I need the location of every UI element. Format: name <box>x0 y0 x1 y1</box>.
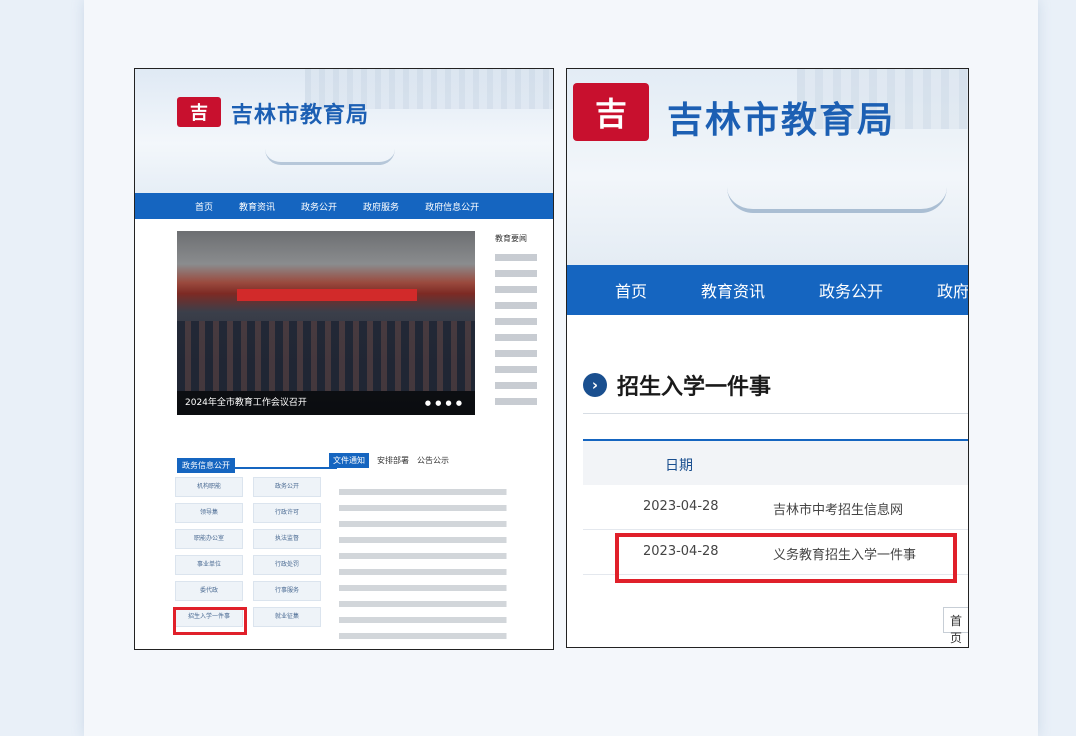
nav-item-news[interactable]: 教育资讯 <box>239 200 275 213</box>
list-item[interactable] <box>495 366 553 373</box>
left-banner <box>135 69 553 193</box>
list-item[interactable] <box>495 382 553 389</box>
list-item[interactable] <box>339 569 521 575</box>
section-title-text: 招生入学一件事 <box>617 375 772 400</box>
list-item[interactable] <box>495 398 553 405</box>
list-item[interactable] <box>339 537 521 543</box>
left-screenshot: 吉 吉林市教育局 首页 教育资讯 政务公开 政府服务 政府信息公开 2024年全… <box>134 68 554 650</box>
chevron-right-icon: › <box>583 373 607 397</box>
list-item[interactable] <box>339 585 521 591</box>
nav-item-home[interactable]: 首页 <box>195 200 213 213</box>
doc-tabs: 文件通知 安排部署 公告公示 <box>329 453 449 468</box>
gov-panel-header: 政务信息公开 <box>177 453 337 473</box>
gov-link[interactable]: 行政许可 <box>253 503 321 523</box>
list-item[interactable] <box>339 489 521 495</box>
site-title[interactable]: 吉林市教育局 <box>667 91 895 143</box>
gov-link[interactable]: 领导集 <box>175 503 243 523</box>
list-item[interactable] <box>339 521 521 527</box>
list-item[interactable] <box>495 254 553 261</box>
bureau-logo-icon[interactable]: 吉 <box>177 97 221 127</box>
right-screenshot: 吉 吉林市教育局 首页 教育资讯 政务公开 政府 › 招生入学一件事 日期 20… <box>566 68 969 648</box>
nav-item-home[interactable]: 首页 <box>615 278 647 302</box>
gov-link[interactable]: 委代政 <box>175 581 243 601</box>
list-item[interactable] <box>339 553 521 559</box>
divider <box>583 413 968 414</box>
nav-item-news[interactable]: 教育资讯 <box>701 278 765 302</box>
tab-deployment[interactable]: 安排部署 <box>377 455 409 466</box>
tab-file-notice[interactable]: 文件通知 <box>329 453 369 468</box>
gov-panel-title: 政务信息公开 <box>177 458 235 473</box>
nav-item-gov-affairs[interactable]: 政务公开 <box>819 278 883 302</box>
table-header: 日期 <box>583 441 968 485</box>
row-title-link[interactable]: 吉林市中考招生信息网 <box>773 499 903 518</box>
gov-link[interactable]: 政务公开 <box>253 477 321 497</box>
list-item[interactable] <box>339 601 521 607</box>
nav-item-gov-service[interactable]: 政府 <box>937 278 968 302</box>
gov-links-grid: 机构职能 政务公开 领导集 行政许可 职能办公室 执法监督 事业单位 行政处罚 … <box>175 477 325 627</box>
list-item[interactable] <box>339 505 521 511</box>
audience-rows <box>177 321 475 391</box>
list-item[interactable] <box>495 270 553 277</box>
nav-item-gov-service[interactable]: 政府服务 <box>363 200 399 213</box>
list-item[interactable] <box>495 334 553 341</box>
list-item[interactable] <box>495 318 553 325</box>
gov-link[interactable]: 就业征集 <box>253 607 321 627</box>
news-side-list: 教育要闻 <box>495 233 553 414</box>
news-carousel[interactable]: 2024年全市教育工作会议召开 ● ● ● ● <box>177 231 475 415</box>
nav-item-gov-affairs[interactable]: 政务公开 <box>301 200 337 213</box>
dragon-boat-decoration <box>265 149 395 165</box>
column-header-date: 日期 <box>665 458 693 474</box>
gov-link[interactable]: 行事服务 <box>253 581 321 601</box>
row-date: 2023-04-28 <box>643 499 719 514</box>
list-item[interactable] <box>339 617 521 623</box>
doc-list <box>339 479 521 649</box>
main-nav: 首页 教育资讯 政务公开 政府服务 政府信息公开 <box>135 193 553 219</box>
dragon-boat-decoration <box>727 187 947 213</box>
gov-link[interactable]: 行政处罚 <box>253 555 321 575</box>
highlight-box <box>615 533 957 583</box>
list-item[interactable] <box>495 286 553 293</box>
list-item[interactable] <box>495 302 553 309</box>
highlight-box <box>173 607 247 635</box>
pager-first-button[interactable]: 首页 <box>943 607 968 645</box>
gov-link[interactable]: 执法监督 <box>253 529 321 549</box>
tab-announcement[interactable]: 公告公示 <box>417 455 449 466</box>
table-row[interactable]: 2023-04-28 吉林市中考招生信息网 <box>583 485 968 530</box>
tab-education-news[interactable]: 教育要闻 <box>495 233 553 244</box>
stage-banner <box>237 289 417 301</box>
bureau-logo-icon[interactable]: 吉 <box>573 83 649 141</box>
list-item[interactable] <box>495 350 553 357</box>
main-nav: 首页 教育资讯 政务公开 政府 <box>567 265 968 315</box>
site-title[interactable]: 吉林市教育局 <box>231 97 369 129</box>
gov-link[interactable]: 职能办公室 <box>175 529 243 549</box>
section-title: › 招生入学一件事 <box>583 369 771 401</box>
carousel-dots-icon[interactable]: ● ● ● ● <box>425 399 463 407</box>
gov-link[interactable]: 事业单位 <box>175 555 243 575</box>
nav-item-gov-info[interactable]: 政府信息公开 <box>425 200 479 213</box>
list-item[interactable] <box>339 633 521 639</box>
gov-link[interactable]: 机构职能 <box>175 477 243 497</box>
